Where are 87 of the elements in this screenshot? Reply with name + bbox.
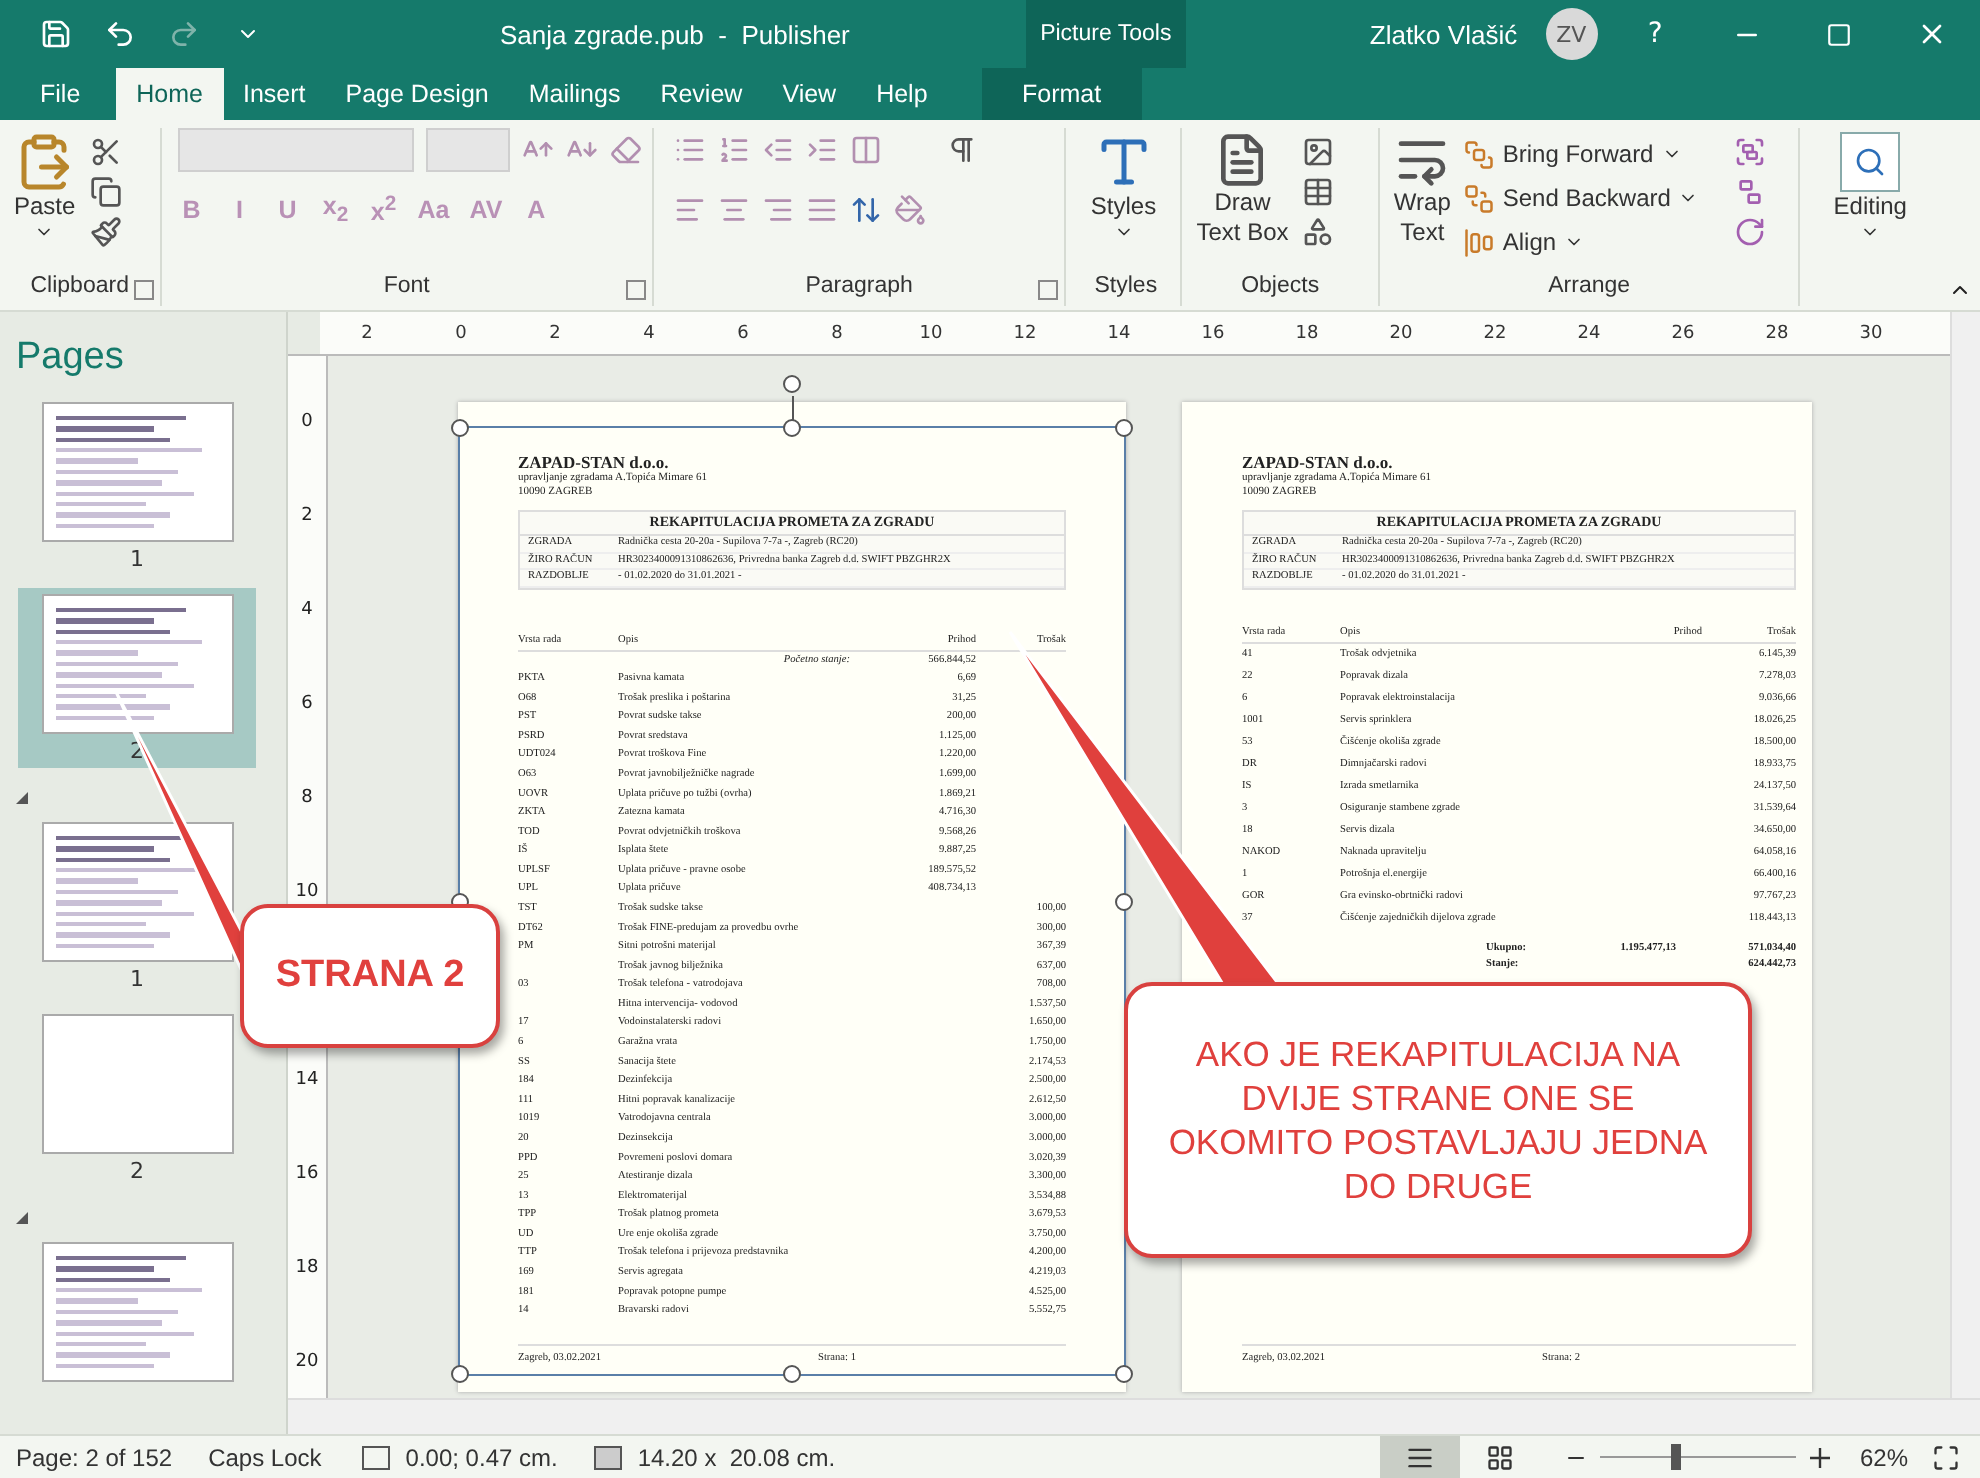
user-avatar[interactable]: ZV [1545,8,1598,60]
justify-icon[interactable] [805,194,838,226]
ribbon-tab[interactable]: Home [116,68,223,120]
resize-handle[interactable] [1115,1365,1133,1383]
numbering-icon[interactable] [717,134,750,166]
dialog-launcher-icon[interactable] [625,280,646,300]
arrange-command[interactable]: Send Backward [1464,176,1699,220]
ribbon-tab[interactable]: Insert [223,68,326,120]
ungroup-icon[interactable] [1734,176,1767,208]
group-label: Objects [1239,274,1322,302]
line-spacing-icon[interactable] [849,194,882,226]
wrap-text-button[interactable]: Wrap Text [1387,128,1457,252]
cut-icon[interactable] [89,136,122,168]
horizontal-ruler: 2 0 2 4 6 8 10 12 14 16 18 20 22 24 26 28 30 [320,312,1950,356]
editing-button[interactable]: Editing [1827,128,1913,246]
bullets-icon[interactable] [673,134,706,166]
rotate-icon[interactable] [1734,216,1767,248]
zoom-level: 62% [1859,1443,1908,1471]
shading-icon[interactable] [893,194,926,226]
group-label: Font [381,274,432,302]
bring-forward-icon [1464,139,1495,169]
company-name: ZAPAD-STAN d.o.o. [518,454,671,472]
arrange-command[interactable]: Bring Forward [1464,132,1699,176]
table-icon[interactable] [1302,176,1335,208]
format-painter-icon[interactable] [89,216,122,248]
ribbon-tab[interactable]: File [12,68,109,120]
user-name: Zlatko Vlašić [1369,19,1518,49]
align-left-icon[interactable] [673,194,706,226]
position-icon [361,1445,390,1469]
copy-icon[interactable] [89,176,122,208]
resize-handle[interactable] [451,419,469,437]
collapse-arrow-icon[interactable] [16,1212,28,1224]
single-page-icon [1405,1443,1434,1471]
ribbon-tab[interactable]: Mailings [508,68,641,120]
rotate-handle[interactable] [783,375,801,393]
align-center-icon[interactable] [717,194,750,226]
two-page-icon [1485,1443,1514,1471]
ribbon-tab[interactable]: Format [981,68,1142,120]
picture-icon[interactable] [1302,136,1335,168]
callout: STRANA 2 [240,904,500,1048]
increase-indent-icon[interactable] [805,134,838,166]
size-readout: 14.20 x 20.08 cm. [637,1443,836,1471]
page-number: 1 [130,546,144,572]
group-icon[interactable] [1734,136,1767,168]
ribbon-tab[interactable]: Help [856,68,948,120]
group-label: Paragraph [803,274,915,302]
group-label: Clipboard [28,274,131,302]
align-right-icon[interactable] [761,194,794,226]
search-icon [1840,132,1901,192]
align-icon [1464,227,1495,257]
vertical-scrollbar[interactable] [1950,312,1980,1398]
draw-text-box-button[interactable]: Draw Text Box [1190,128,1295,252]
zoom-slider-thumb[interactable] [1671,1444,1682,1470]
company-name: ZAPAD-STAN d.o.o. [1242,454,1395,472]
position-readout: 0.00; 0.47 cm. [405,1443,558,1471]
resize-handle[interactable] [1115,419,1133,437]
help-button[interactable]: ? [1609,18,1702,50]
caps-lock-indicator: Caps Lock [208,1443,322,1471]
resize-handle[interactable] [451,1365,469,1383]
pilcrow-icon[interactable] [945,134,978,166]
size-icon [593,1445,622,1469]
paste-button[interactable]: Paste [8,128,82,246]
window-title: Sanja zgrade.pub - Publisher [500,19,850,49]
styles-button[interactable]: Styles [1084,128,1163,246]
zoom-in-icon[interactable] [1807,1445,1832,1469]
group-label: Arrange [1546,274,1633,302]
collapse-arrow-icon[interactable] [16,792,28,804]
send-backward-icon [1464,183,1495,213]
arrange-command[interactable]: Align [1464,220,1699,264]
callout: AKO JE REKAPITULACIJA NA DVIJE STRANE ONE SE OKOMITO POSTAVLJAJU JEDNA DO DRUGE [1124,982,1752,1258]
ribbon-tab[interactable]: View [762,68,857,120]
pane-title: Pages [14,334,126,382]
fit-page-icon[interactable] [1932,1443,1960,1471]
dialog-launcher-icon[interactable] [133,280,154,300]
group-label: Styles [1094,274,1153,302]
view-button[interactable] [1379,1436,1460,1478]
columns-icon[interactable] [849,134,882,166]
page-number: 2 [130,1158,144,1184]
decrease-indent-icon[interactable] [761,134,794,166]
page-indicator: Page: 2 of 152 [16,1443,173,1471]
ribbon-tab[interactable]: Review [640,68,763,120]
ribbon-tab[interactable]: Page Design [325,68,509,120]
dialog-launcher-icon[interactable] [1038,280,1059,300]
shapes-icon[interactable] [1302,216,1335,248]
page-number: 1 [130,966,144,992]
context-title: Picture Tools [1025,0,1186,68]
horizontal-scrollbar[interactable] [288,1398,1980,1434]
